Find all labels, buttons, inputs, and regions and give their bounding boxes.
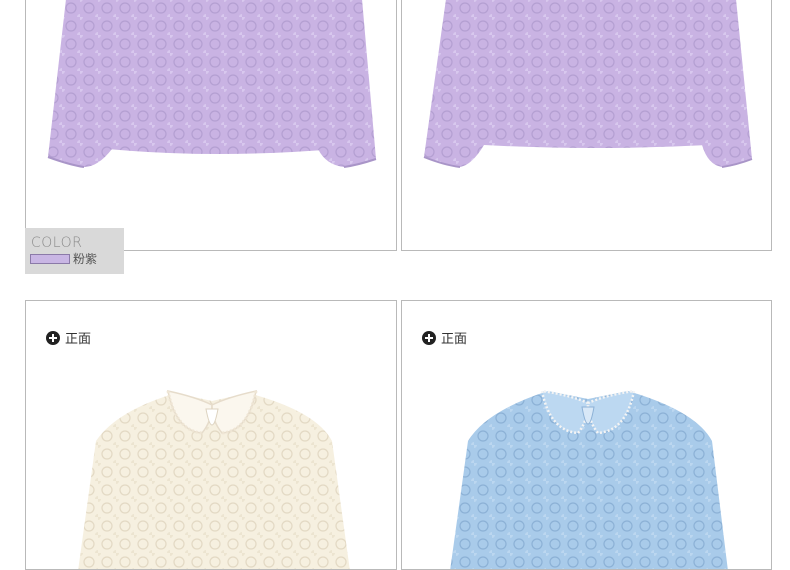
color-chip [30, 254, 70, 264]
lilac-blouse-image [423, 0, 753, 168]
lilac-blouse-image [47, 0, 377, 168]
product-photo-blue-front: 正面 [401, 300, 772, 570]
color-heading: COLOR [31, 235, 83, 251]
product-photo-cream-front: 正面 [25, 300, 397, 570]
product-photo-lilac-front [401, 0, 772, 251]
color-swatch: COLOR 粉紫 [25, 228, 124, 274]
product-photo-lilac-back [25, 0, 397, 251]
color-name: 粉紫 [73, 252, 98, 266]
cream-blouse-image [78, 390, 350, 569]
blue-blouse-image [450, 389, 728, 569]
